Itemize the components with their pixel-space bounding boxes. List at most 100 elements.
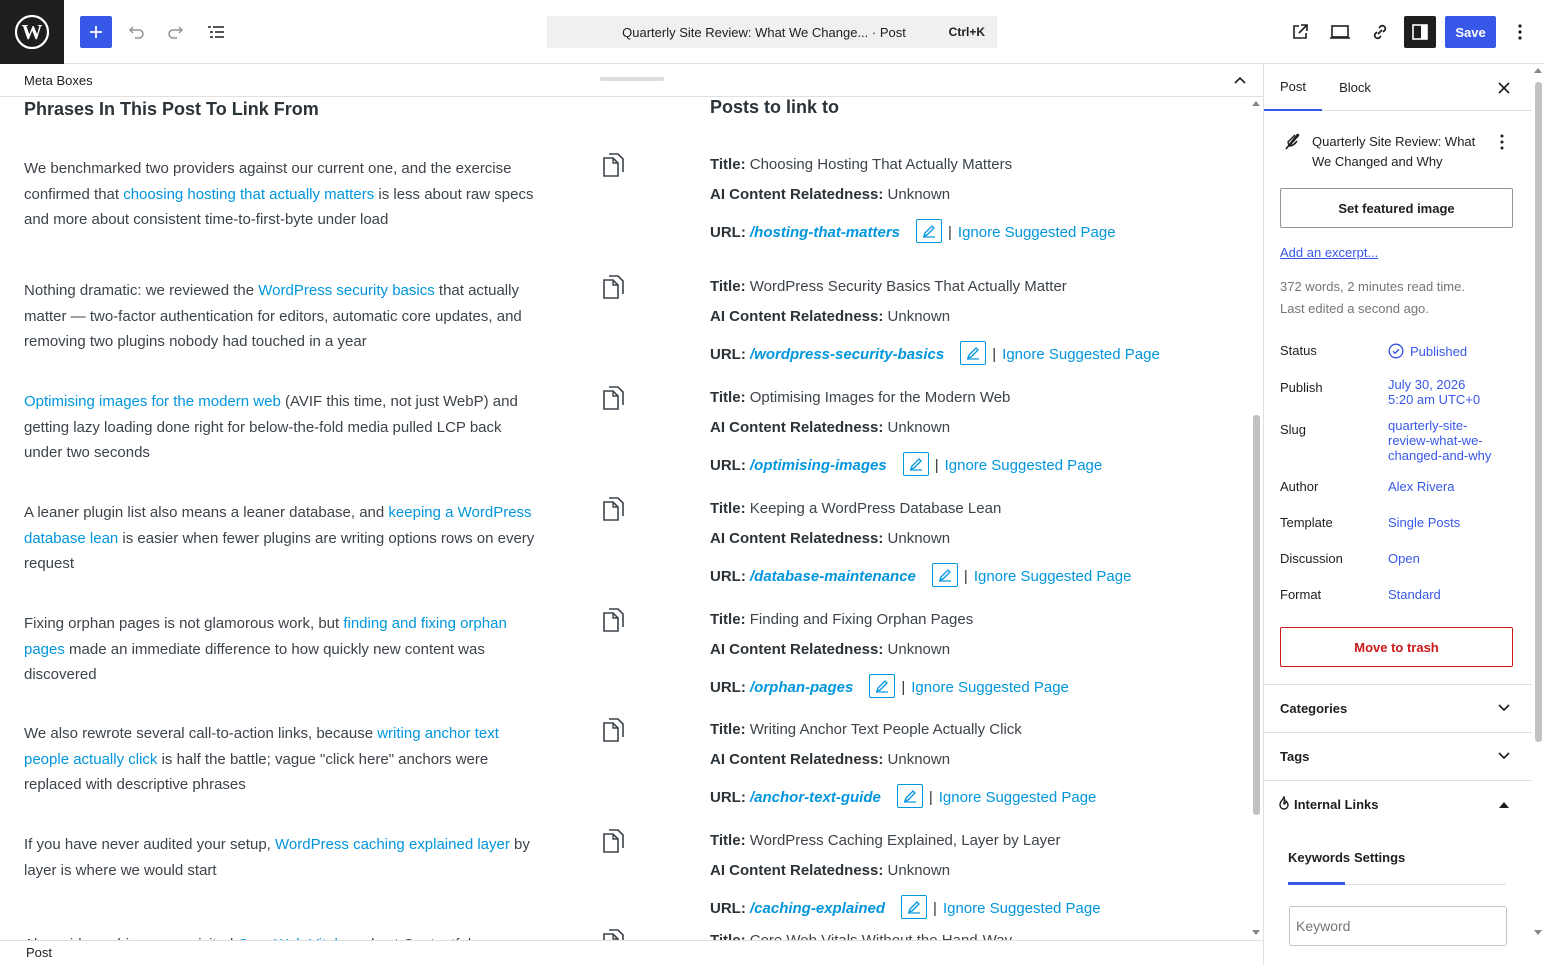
ignore-suggested-page-link[interactable]: Ignore Suggested Page [943, 900, 1101, 917]
edit-url-pencil-icon[interactable] [931, 563, 958, 587]
scroll-down-icon[interactable] [1534, 930, 1542, 935]
resize-handle[interactable] [600, 77, 664, 81]
url-slug-link[interactable]: /wordpress-security-basics [750, 346, 944, 363]
url-label: URL: [710, 567, 746, 585]
settings-sidebar-icon[interactable] [1404, 16, 1436, 48]
copy-document-icon[interactable] [600, 717, 626, 743]
phrase-link[interactable]: choosing hosting that actually matters [123, 186, 374, 203]
undo-icon[interactable] [120, 16, 152, 48]
svg-text:W: W [22, 20, 43, 44]
status-text: Published [1410, 343, 1468, 359]
phrase-link[interactable]: WordPress caching explained layer [275, 836, 510, 853]
settings-sidebar: Post Block Quarterly Site Review: What W… [1263, 64, 1544, 965]
tab-keywords[interactable]: Keywords [1288, 850, 1350, 865]
sidebar-scrollbar[interactable] [1532, 64, 1544, 965]
title-label: Title: [710, 500, 746, 517]
ignore-suggested-page-link[interactable]: Ignore Suggested Page [974, 568, 1132, 585]
sidebar-tabs: Post Block [1264, 64, 1532, 111]
close-icon[interactable] [1494, 78, 1514, 98]
ignore-suggested-page-link[interactable]: Ignore Suggested Page [945, 457, 1103, 474]
url-slug-link[interactable]: /hosting-that-matters [750, 224, 900, 241]
relatedness-line: AI Content Relatedness: Unknown [710, 862, 950, 879]
format-value[interactable]: Standard [1388, 587, 1518, 602]
relatedness-label: AI Content Relatedness: [710, 641, 884, 658]
tab-block[interactable]: Block [1324, 64, 1386, 111]
target-title: Keeping a WordPress Database Lean [749, 500, 1002, 517]
add-excerpt-link[interactable]: Add an excerpt... [1280, 245, 1378, 260]
slug-value[interactable]: quarterly-site-review-what-we-changed-an… [1388, 418, 1498, 463]
url-label: URL: [710, 456, 746, 474]
ignore-suggested-page-link[interactable]: Ignore Suggested Page [939, 789, 1097, 806]
title-label: Title: [710, 278, 746, 295]
ignore-suggested-page-link[interactable]: Ignore Suggested Page [1002, 346, 1160, 363]
set-featured-image-button[interactable]: Set featured image [1280, 188, 1513, 228]
ignore-suggested-page-link[interactable]: Ignore Suggested Page [911, 679, 1069, 696]
tags-panel[interactable]: Tags [1264, 732, 1532, 780]
options-kebab-icon[interactable] [1504, 16, 1536, 48]
redo-icon[interactable] [160, 16, 192, 48]
relatedness-label: AI Content Relatedness: [710, 862, 884, 879]
move-to-trash-button[interactable]: Move to trash [1280, 627, 1513, 667]
link-icon[interactable] [1364, 16, 1396, 48]
scroll-thumb[interactable] [1535, 82, 1542, 742]
target-title: Core Web Vitals Without the Hand-Wav [750, 932, 1012, 940]
phrase-link[interactable]: Optimising images for the modern web [24, 393, 281, 410]
publish-date-value[interactable]: July 30, 2026 5:20 am UTC+0 [1388, 377, 1518, 407]
title-label: Title: [710, 721, 746, 738]
add-block-button[interactable] [80, 16, 112, 48]
scroll-up-icon[interactable] [1534, 68, 1542, 73]
copy-document-icon[interactable] [600, 928, 626, 940]
copy-document-icon[interactable] [600, 385, 626, 411]
discussion-label: Discussion [1280, 551, 1343, 566]
scroll-down-icon[interactable] [1252, 930, 1260, 935]
meta-box-scrollbar[interactable] [1250, 97, 1263, 940]
save-button[interactable]: Save [1445, 16, 1496, 48]
tab-settings[interactable]: Settings [1354, 850, 1405, 865]
scroll-thumb[interactable] [1253, 415, 1260, 815]
chevron-up-icon[interactable] [1230, 70, 1250, 90]
edit-url-pencil-icon[interactable] [901, 895, 928, 919]
edit-url-pencil-icon[interactable] [902, 452, 929, 476]
target-title: WordPress Caching Explained, Layer by La… [749, 832, 1061, 849]
copy-document-icon[interactable] [600, 152, 626, 178]
wordpress-logo-icon[interactable]: W [0, 0, 64, 64]
template-value[interactable]: Single Posts [1388, 515, 1518, 530]
url-slug-link[interactable]: /database-maintenance [750, 568, 916, 585]
edit-url-pencil-icon[interactable] [960, 341, 987, 365]
author-value[interactable]: Alex Rivera [1388, 479, 1518, 494]
separator: | [992, 345, 997, 363]
copy-document-icon[interactable] [600, 274, 626, 300]
keyword-input[interactable] [1289, 906, 1507, 946]
command-palette-bar[interactable]: Quarterly Site Review: What We Change...… [547, 16, 997, 48]
edit-url-pencil-icon[interactable] [916, 219, 942, 243]
target-title-line: Title: Keeping a WordPress Database Lean [710, 500, 1001, 517]
url-slug-link[interactable]: /optimising-images [750, 457, 887, 474]
internal-links-meta-box: Phrases In This Post To Link From Posts … [0, 97, 1250, 940]
collapse-triangle-icon[interactable] [1496, 797, 1512, 813]
post-actions-kebab-icon[interactable] [1494, 132, 1510, 152]
discussion-value[interactable]: Open [1388, 551, 1518, 566]
document-overview-icon[interactable] [200, 16, 232, 48]
view-post-icon[interactable] [1284, 16, 1316, 48]
copy-document-icon[interactable] [600, 828, 626, 854]
edit-url-pencil-icon[interactable] [896, 784, 923, 808]
source-phrase: Optimising images for the modern web (AV… [24, 389, 544, 466]
scroll-up-icon[interactable] [1252, 101, 1260, 106]
ignore-suggested-page-link[interactable]: Ignore Suggested Page [958, 224, 1116, 241]
edit-url-pencil-icon[interactable] [869, 674, 896, 698]
relatedness-line: AI Content Relatedness: Unknown [710, 419, 950, 436]
phrase-text: Nothing dramatic: we reviewed the [24, 282, 259, 299]
status-value[interactable]: Published [1388, 343, 1518, 359]
breadcrumb-post[interactable]: Post [26, 945, 52, 960]
url-slug-link[interactable]: /caching-explained [750, 900, 885, 917]
url-slug-link[interactable]: /orphan-pages [750, 679, 853, 696]
url-slug-link[interactable]: /anchor-text-guide [750, 789, 881, 806]
phrase-link[interactable]: WordPress security basics [258, 282, 434, 299]
categories-panel[interactable]: Categories [1264, 684, 1532, 732]
device-preview-icon[interactable] [1324, 16, 1356, 48]
internal-links-title[interactable]: Internal Links [1294, 797, 1379, 812]
copy-document-icon[interactable] [600, 607, 626, 633]
copy-document-icon[interactable] [600, 496, 626, 522]
tab-post[interactable]: Post [1264, 64, 1322, 111]
relatedness-line: AI Content Relatedness: Unknown [710, 530, 950, 547]
